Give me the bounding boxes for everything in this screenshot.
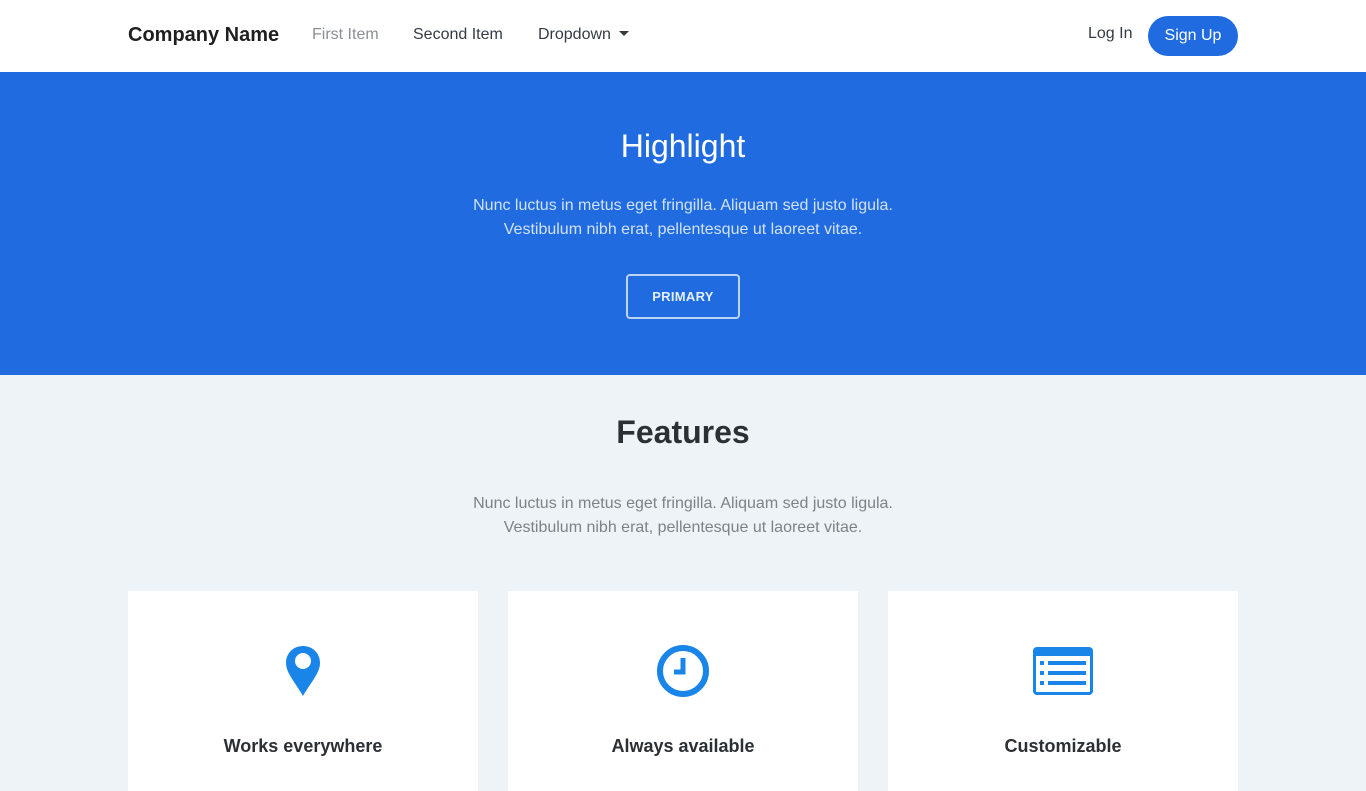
list-alt-icon [888,643,1238,699]
hero-text: Nunc luctus in metus eget fringilla. Ali… [383,194,983,242]
feature-card-title: Works everywhere [223,736,383,756]
nav-item-dropdown[interactable]: Dropdown [538,26,629,44]
dropdown-label: Dropdown [538,26,611,43]
features-text-line-2: Vestibulum nibh erat, pellentesque ut la… [503,519,863,536]
login-link[interactable]: Log In [1088,25,1132,43]
nav-item-first[interactable]: First Item [312,26,379,44]
hero-text-line-1: Nunc luctus in metus eget fringilla. Ali… [473,197,893,214]
feature-card-works-everywhere: Works everywhere [128,591,478,791]
feature-card-title: Always available [611,736,755,756]
hero-text-line-2: Vestibulum nibh erat, pellentesque ut la… [503,221,863,238]
feature-card-always-available: Always available [508,591,858,791]
feature-card-title: Customizable [1004,736,1122,756]
features-text: Nunc luctus in metus eget fringilla. Ali… [383,492,983,540]
primary-button[interactable]: PRIMARY [626,274,740,319]
signup-button[interactable]: Sign Up [1148,16,1238,56]
feature-card-customizable: Customizable [888,591,1238,791]
hero-section: Highlight Nunc luctus in metus eget frin… [0,72,1366,375]
nav-item-second[interactable]: Second Item [413,26,503,44]
hero-title: Highlight [620,128,746,164]
features-text-line-1: Nunc luctus in metus eget fringilla. Ali… [473,495,893,512]
caret-down-icon [618,31,629,36]
brand-logo[interactable]: Company Name [128,24,279,47]
features-title: Features [616,414,750,450]
map-marker-icon [128,643,478,699]
clock-icon [508,643,858,699]
navbar: Company Name First Item Second Item Drop… [0,0,1366,72]
